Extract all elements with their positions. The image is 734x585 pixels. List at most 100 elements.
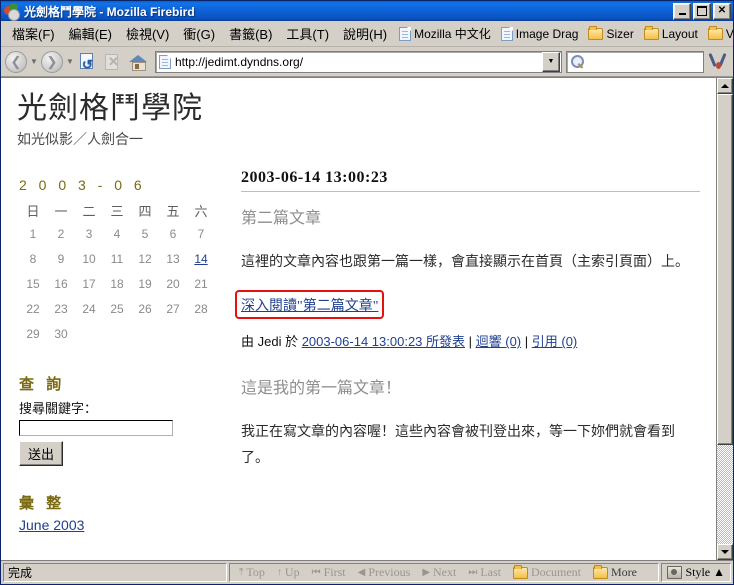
status-nav-more[interactable]: More [588, 564, 642, 580]
home-button[interactable] [126, 50, 150, 74]
url-dropdown-button[interactable]: ▼ [542, 51, 560, 72]
status-nav-first[interactable]: First [307, 565, 351, 580]
status-nav-up[interactable]: Up [272, 565, 305, 580]
calendar-day: 22 [26, 302, 40, 316]
entry-title: 第二篇文章 [241, 209, 322, 227]
calendar-weekday: 四 [138, 203, 152, 219]
entry-permalink[interactable]: 2003-06-14 13:00:23 所發表 [302, 334, 465, 349]
forward-history-dropdown[interactable]: ▼ [65, 50, 75, 74]
calendar-weekday-row: 日 一 二 三 四 五 六 [19, 199, 215, 222]
calendar-day: 30 [54, 327, 68, 341]
site-title: 光劍格鬥學院 [17, 92, 203, 125]
menu-item-help[interactable]: 說明(H) [336, 21, 394, 46]
firebird-throbber-icon [708, 52, 730, 72]
scroll-up-button[interactable] [717, 78, 733, 94]
up-icon [277, 568, 282, 578]
entry-comments-link[interactable]: 迴響 (0) [476, 334, 522, 349]
calendar-day: 5 [141, 227, 149, 241]
status-nav-label: Up [284, 565, 300, 579]
scrollbar-thumb[interactable] [717, 94, 733, 445]
calendar-day-today[interactable]: 14 [187, 247, 215, 272]
title-bar: 光劍格鬥學院 - Mozilla Firebird ✕ [1, 1, 733, 21]
calendar-weekday: 三 [110, 203, 124, 219]
status-nav-previous[interactable]: Previous [353, 565, 416, 580]
status-nav-label: Last [480, 565, 502, 579]
site-header: 光劍格鬥學院 如光似影／人劍合一 [1, 86, 716, 159]
app-logo-icon [4, 3, 20, 21]
status-nav-last[interactable]: Last [463, 565, 506, 580]
bookmark-view[interactable]: View» [703, 24, 733, 44]
calendar-day: 3 [85, 227, 93, 241]
document-icon [399, 26, 412, 41]
folder-icon [707, 25, 723, 40]
browser-window: 光劍格鬥學院 - Mozilla Firebird ✕ 檔案(F) 編輯(E) … [0, 0, 734, 585]
entry-body: 這裡的文章內容也跟第一篇一樣，會直接顯示在首頁（主索引頁面）上。 [241, 254, 689, 270]
folder-icon [513, 564, 529, 579]
calendar-day: 18 [110, 277, 124, 291]
search-submit-button[interactable]: 送出 [19, 440, 64, 466]
bookmark-label: Layout [661, 26, 698, 41]
bookmark-label: Image Drag [515, 26, 579, 41]
search-input[interactable] [19, 419, 173, 436]
calendar-day [131, 322, 159, 347]
scroll-up-icon [721, 84, 729, 88]
menu-item-view[interactable]: 檢視(V) [119, 21, 176, 46]
back-history-dropdown[interactable]: ▼ [29, 50, 39, 74]
calendar-weekday: 一 [54, 203, 68, 219]
scroll-down-button[interactable] [717, 544, 733, 560]
archive-link-june-2003[interactable]: June 2003 [19, 517, 84, 533]
search-field-label: 搜尋關鍵字： [19, 400, 98, 416]
calendar-day: 10 [82, 252, 96, 266]
url-input[interactable]: http://jedimt.dyndns.org/ [175, 55, 542, 69]
url-bar[interactable]: http://jedimt.dyndns.org/ ▼ [155, 50, 562, 73]
maximize-button[interactable] [693, 2, 711, 20]
status-nav-document[interactable]: Document [508, 564, 586, 580]
previous-icon [358, 568, 366, 578]
calendar-day: 26 [138, 302, 152, 316]
menu-item-edit[interactable]: 編輯(E) [62, 21, 119, 46]
status-bar: 完成 Top Up First Previous Next [1, 561, 733, 584]
last-icon [468, 568, 477, 578]
calendar-day [159, 322, 187, 347]
close-button[interactable]: ✕ [713, 2, 731, 20]
page-icon [159, 54, 171, 69]
calendar-day: 12 [138, 252, 152, 266]
bookmark-image-drag[interactable]: Image Drag [496, 24, 584, 44]
reload-icon: ↺ [79, 53, 97, 71]
read-more-wrapper: 深入閱讀"第二篇文章" [235, 290, 385, 320]
calendar-weekday: 六 [194, 203, 208, 219]
status-style-button[interactable]: Style ▲ [661, 563, 731, 582]
menu-item-tools[interactable]: 工具(T) [279, 21, 336, 46]
forward-button[interactable]: ❯ [40, 50, 64, 74]
calendar-weekday: 日 [26, 203, 40, 219]
reload-button[interactable]: ↺ [76, 50, 100, 74]
status-navigation-panel: Top Up First Previous Next Last [229, 563, 660, 582]
menu-item-file[interactable]: 檔案(F) [5, 21, 62, 46]
status-nav-top[interactable]: Top [234, 565, 270, 580]
status-nav-label: Next [433, 565, 457, 579]
menu-item-go[interactable]: 衝(G) [176, 21, 222, 46]
bookmark-mozilla-chinese[interactable]: Mozilla 中文化 [394, 22, 496, 45]
calendar-day: 28 [194, 302, 208, 316]
scroll-down-icon [721, 550, 729, 554]
scrollbar-track[interactable] [717, 94, 733, 544]
menu-item-bookmarks[interactable]: 書籤(B) [222, 21, 279, 46]
calendar-day: 11 [110, 252, 124, 266]
bookmark-sizer[interactable]: Sizer [583, 24, 638, 44]
back-button[interactable]: ❮ [4, 50, 28, 74]
style-camera-icon [667, 566, 683, 579]
entry-trackback-link[interactable]: 引用 (0) [532, 334, 578, 349]
calendar-day-link[interactable]: 14 [194, 252, 207, 266]
status-nav-next[interactable]: Next [417, 565, 461, 580]
vertical-scrollbar[interactable] [716, 78, 733, 560]
minimize-button[interactable] [673, 2, 691, 20]
stop-button[interactable]: ✕ [101, 50, 125, 74]
search-bar[interactable] [566, 50, 704, 73]
bookmark-layout[interactable]: Layout [639, 24, 703, 44]
calendar-day [75, 322, 103, 347]
calendar-day: 13 [166, 252, 180, 266]
bookmark-label: Mozilla 中文化 [414, 27, 491, 41]
read-more-link[interactable]: 深入閱讀"第二篇文章" [241, 299, 378, 314]
calendar-day: 23 [54, 302, 68, 316]
top-icon [239, 568, 243, 578]
